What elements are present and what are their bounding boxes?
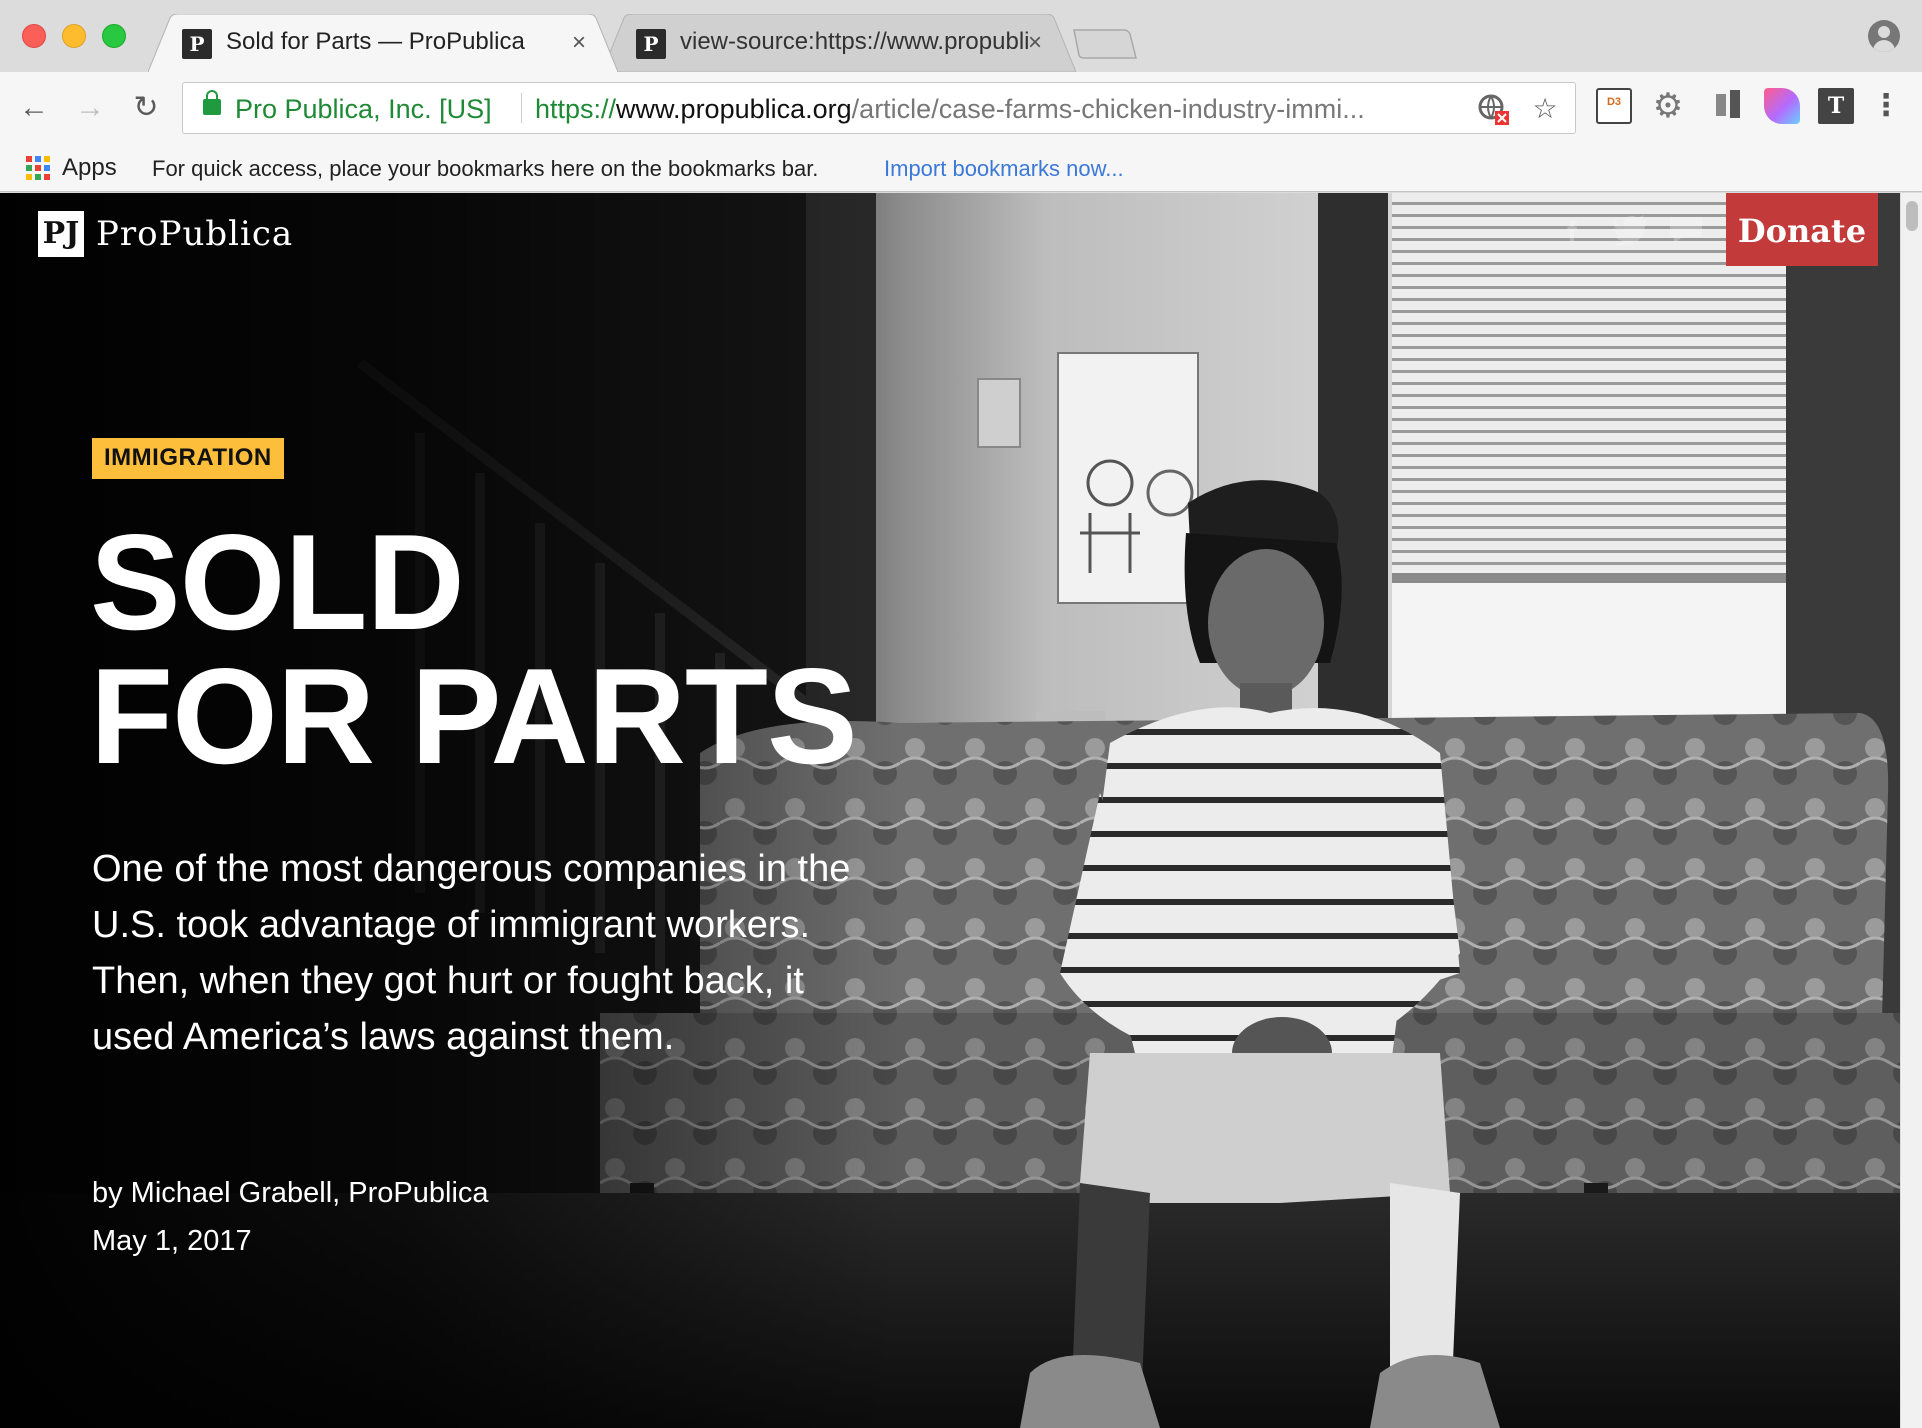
tab-view-source[interactable]: P view-source:https://www.propublica.org… bbox=[602, 14, 1076, 72]
star-icon[interactable]: ☆ bbox=[1527, 91, 1563, 127]
apps-grid-icon[interactable] bbox=[26, 156, 50, 180]
url-host: www.propublica.org bbox=[616, 94, 852, 124]
facebook-icon[interactable]: f bbox=[1552, 215, 1592, 251]
address-bar[interactable]: Pro Publica, Inc. [US] https://www.propu… bbox=[182, 82, 1576, 134]
section-kicker[interactable]: IMMIGRATION bbox=[92, 438, 284, 479]
hero-section bbox=[0, 193, 1900, 1428]
article-byline[interactable]: by Michael Grabell, ProPublica bbox=[92, 1177, 489, 1210]
three-dot-menu-icon[interactable]: ⋮ bbox=[1868, 88, 1904, 124]
propublica-logo[interactable]: PJ ProPublica bbox=[38, 211, 293, 257]
d3-extension-icon[interactable]: D3 bbox=[1596, 88, 1632, 124]
propublica-wordmark: ProPublica bbox=[96, 214, 294, 254]
headline-line-2: FOR PARTS bbox=[90, 640, 858, 792]
url-scheme: https:// bbox=[535, 94, 617, 124]
donate-button[interactable]: Donate bbox=[1726, 193, 1878, 266]
reload-icon[interactable]: ↻ bbox=[126, 88, 166, 128]
new-tab-button[interactable] bbox=[1070, 28, 1140, 60]
url-path: /article/case-farms-chicken-industry-imm… bbox=[851, 94, 1365, 124]
forward-arrow-icon[interactable]: → bbox=[70, 88, 110, 128]
tab-title: view-source:https://www.propublica.org bbox=[680, 28, 1030, 55]
page-scrollbar[interactable] bbox=[1900, 193, 1922, 1428]
tab-close-icon[interactable]: × bbox=[1028, 28, 1042, 58]
profile-icon[interactable] bbox=[1868, 20, 1900, 52]
scrollbar-thumb[interactable] bbox=[1906, 201, 1918, 231]
apps-button[interactable]: Apps bbox=[62, 154, 117, 182]
bars-extension-icon[interactable] bbox=[1712, 88, 1748, 124]
omnibox-divider bbox=[521, 93, 522, 123]
blocked-content-icon[interactable] bbox=[1475, 91, 1511, 127]
article-date: May 1, 2017 bbox=[92, 1225, 252, 1257]
hero-photo bbox=[0, 193, 1900, 1428]
window-zoom-button[interactable] bbox=[102, 24, 126, 48]
article-dek: One of the most dangerous companies in t… bbox=[92, 848, 851, 1058]
import-bookmarks-link[interactable]: Import bookmarks now... bbox=[884, 156, 1124, 182]
bookmarks-hint-text: For quick access, place your bookmarks h… bbox=[152, 156, 819, 181]
twitter-icon[interactable] bbox=[1610, 215, 1650, 251]
headline-line-1: SOLD bbox=[90, 506, 465, 658]
back-arrow-icon[interactable]: ← bbox=[14, 88, 54, 128]
article-headline: SOLD FOR PARTS bbox=[90, 506, 858, 792]
comment-icon[interactable] bbox=[1666, 215, 1706, 251]
tab-title: Sold for Parts — ProPublica bbox=[226, 28, 525, 55]
window-minimize-button[interactable] bbox=[62, 24, 86, 48]
propublica-favicon-icon: P bbox=[636, 29, 666, 59]
url-text[interactable]: https://www.propublica.org/article/case-… bbox=[535, 94, 1465, 125]
page-viewport: PJ ProPublica f Donate IMMIGRATION SOLD … bbox=[0, 193, 1922, 1428]
certificate-name[interactable]: Pro Publica, Inc. [US] bbox=[235, 94, 492, 125]
browser-toolbar: ← → ↻ Pro Publica, Inc. [US] https://www… bbox=[0, 72, 1922, 144]
gear-extension-icon[interactable]: ⚙ bbox=[1650, 88, 1686, 124]
tab-sold-for-parts[interactable]: P Sold for Parts — ProPublica × bbox=[148, 14, 618, 72]
ti-extension-icon[interactable]: T bbox=[1818, 88, 1854, 124]
propublica-favicon-icon: P bbox=[182, 29, 212, 59]
window-close-button[interactable] bbox=[22, 24, 46, 48]
tab-close-icon[interactable]: × bbox=[572, 28, 586, 58]
feather-extension-icon[interactable] bbox=[1764, 88, 1800, 124]
propublica-logo-mark: PJ bbox=[38, 211, 84, 257]
lock-icon bbox=[203, 90, 221, 115]
tab-strip: P view-source:https://www.propublica.org… bbox=[0, 0, 1922, 72]
bookmarks-bar: Apps For quick access, place your bookma… bbox=[0, 144, 1922, 192]
